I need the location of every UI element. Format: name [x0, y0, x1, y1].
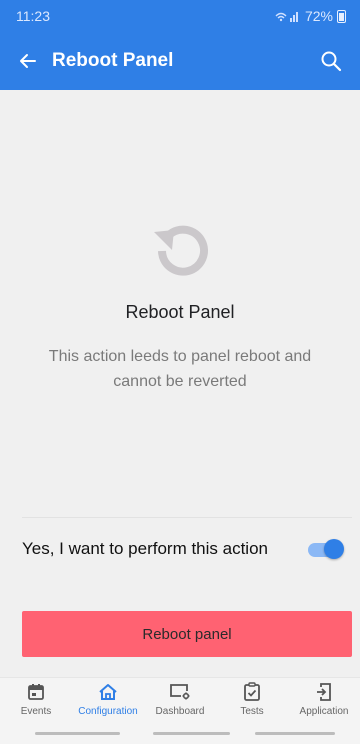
- home-icon: [97, 681, 119, 703]
- toggle-thumb: [324, 539, 344, 559]
- search-icon: [321, 51, 342, 72]
- confirm-label: Yes, I want to perform this action: [22, 539, 268, 558]
- monitor-gear-icon: [169, 681, 191, 703]
- nav-label: Configuration: [78, 706, 138, 717]
- bottom-nav: Events Configuration Dashboard Tests App…: [0, 677, 360, 729]
- gesture-pill: [153, 732, 230, 735]
- phone-login-icon: [313, 681, 335, 703]
- reboot-title: Reboot Panel: [125, 302, 235, 322]
- nav-item-tests[interactable]: Tests: [216, 678, 288, 717]
- back-button[interactable]: [14, 47, 42, 75]
- signal-icon: [275, 10, 301, 22]
- battery-percent: 72%: [304, 8, 333, 24]
- clipboard-check-icon: [241, 681, 263, 703]
- nav-label: Application: [299, 706, 349, 717]
- nav-label: Events: [20, 706, 52, 717]
- nav-label: Dashboard: [155, 706, 205, 717]
- calendar-icon: [25, 681, 47, 703]
- divider: [22, 517, 352, 518]
- status-time: 11:23: [16, 8, 50, 24]
- nav-item-configuration[interactable]: Configuration: [72, 678, 144, 717]
- content-area: Reboot Panel This action leeds to panel …: [0, 90, 360, 657]
- page-title: Reboot Panel: [52, 50, 174, 71]
- app-bar: Reboot Panel: [0, 32, 360, 90]
- nav-item-application[interactable]: Application: [288, 678, 360, 717]
- status-bar: 11:23 72%: [0, 0, 360, 32]
- confirm-toggle[interactable]: [306, 539, 344, 559]
- status-indicators: 72%: [275, 8, 346, 24]
- confirm-row: Yes, I want to perform this action: [22, 532, 344, 566]
- nav-item-events[interactable]: Events: [0, 678, 72, 717]
- battery-icon: [337, 9, 346, 23]
- reboot-panel-button[interactable]: Reboot panel: [22, 611, 352, 657]
- nav-label: Tests: [240, 706, 264, 717]
- gesture-bar: [0, 729, 360, 744]
- reboot-description: This action leeds to panel reboot and ca…: [48, 348, 312, 390]
- gesture-pill: [35, 732, 120, 735]
- gesture-pill: [255, 732, 335, 735]
- nav-item-dashboard[interactable]: Dashboard: [144, 678, 216, 717]
- arrow-left-icon: [20, 54, 36, 68]
- search-button[interactable]: [316, 46, 346, 76]
- refresh-icon: [148, 218, 214, 284]
